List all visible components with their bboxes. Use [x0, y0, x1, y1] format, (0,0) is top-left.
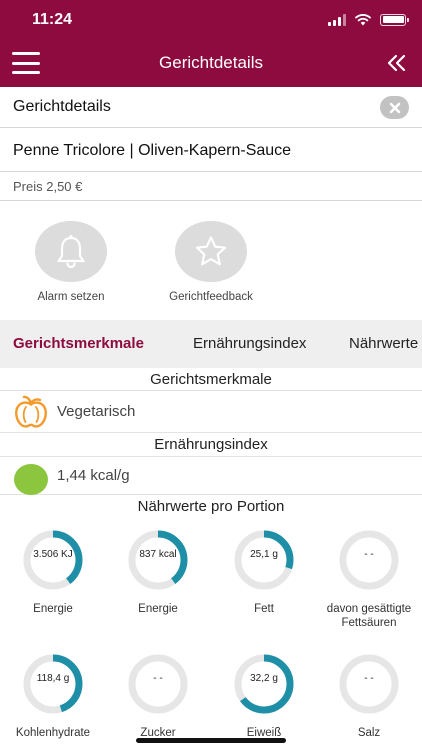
status-bar: 11:24 — [0, 0, 422, 40]
status-time: 11:24 — [32, 11, 73, 28]
nutrient-label: Kohlenhydrate — [15, 727, 91, 739]
tab-bar: Gerichtsmerkmale Ernährungsindex Nährwer… — [0, 320, 422, 368]
nutrition-index-value: 1,44 kcal/g — [57, 467, 130, 484]
nutrient-value: 3.506 KJ — [33, 549, 73, 560]
price-row: Preis 2,50 € — [0, 172, 422, 201]
status-icons — [328, 13, 409, 26]
dish-feedback-button[interactable]: Gerichtfeedback — [156, 221, 266, 303]
nutrient-item: 118,4 g Kohlenhydrate — [3, 651, 103, 740]
nutrient-ring — [234, 654, 294, 714]
page-title: Gerichtdetails — [159, 53, 263, 72]
dish-name: Penne Tricolore | Oliven-Kapern-Sauce — [13, 142, 292, 159]
nutrient-label: Energie — [138, 603, 178, 615]
tab-ernaehrungsindex[interactable]: Ernährungsindex — [193, 335, 306, 352]
home-indicator — [136, 738, 286, 743]
nutrient-ring — [339, 530, 399, 590]
dish-feedback-label: Gerichtfeedback — [169, 291, 253, 303]
app-header: 11:24 Gerichtdetails — [0, 0, 422, 87]
dish-name-row: Penne Tricolore | Oliven-Kapern-Sauce — [0, 128, 422, 172]
nutrient-label: davon gesättigte Fettsäuren — [326, 603, 412, 629]
bell-icon — [57, 234, 85, 268]
nutrient-item: 837 kcal Energie — [108, 527, 208, 616]
battery-icon — [380, 13, 409, 26]
nutrient-value: - - — [364, 673, 374, 684]
nutrient-label: Fett — [254, 603, 274, 615]
set-alarm-label: Alarm setzen — [37, 291, 105, 303]
tab-naehrwerte[interactable]: Nährwerte — [349, 335, 418, 352]
detail-section-header: Gerichtdetails — [0, 87, 422, 128]
dish-price: Preis 2,50 € — [13, 179, 83, 194]
nutrient-ring — [23, 654, 83, 714]
feedback-button-circle — [175, 221, 247, 282]
nutrient-ring — [234, 530, 294, 590]
nutrition-index-indicator-icon — [14, 464, 48, 495]
nutrient-item: 25,1 g Fett — [214, 527, 314, 616]
features-title: Gerichtsmerkmale — [0, 368, 422, 391]
wifi-icon — [355, 14, 371, 26]
set-alarm-button[interactable]: Alarm setzen — [16, 221, 126, 303]
nutrition-index-row: 1,44 kcal/g — [0, 457, 422, 495]
nutrition-index-title: Ernährungsindex — [0, 433, 422, 457]
nutrient-item: - - Salz — [319, 651, 419, 740]
nutrients-title: Nährwerte pro Portion — [137, 498, 285, 515]
bell-pepper-icon — [15, 395, 47, 428]
nutrient-ring — [339, 654, 399, 714]
nutrient-label: Energie — [33, 603, 73, 615]
cellular-signal-icon — [328, 13, 346, 26]
feature-label-vegetarian: Vegetarisch — [57, 403, 136, 420]
nutrient-ring — [128, 530, 188, 590]
nutrient-item: 3.506 KJ Energie — [3, 527, 103, 616]
nutrient-item: - - Zucker — [108, 651, 208, 740]
nutrient-value: 837 kcal — [139, 549, 177, 560]
nutrient-value: 25,1 g — [250, 549, 278, 560]
nutrient-ring — [128, 654, 188, 714]
nutrient-ring — [23, 530, 83, 590]
tab-gerichtsmerkmale[interactable]: Gerichtsmerkmale — [13, 335, 144, 352]
nutrient-item: 32,2 g Eiweiß — [214, 651, 314, 740]
double-chevron-left-icon[interactable] — [386, 52, 408, 74]
feature-row-vegetarian: Vegetarisch — [0, 391, 422, 433]
navigation-bar: Gerichtdetails — [0, 40, 422, 87]
nutrient-value: - - — [364, 549, 374, 560]
nutrient-value: - - — [153, 673, 163, 684]
close-icon[interactable] — [380, 96, 409, 119]
nutrient-label: Salz — [357, 727, 381, 739]
nutrient-value: 118,4 g — [36, 673, 70, 684]
star-icon — [195, 235, 227, 265]
detail-section-label: Gerichtdetails — [13, 98, 111, 115]
nutrient-item: - - davon gesättigte Fettsäuren — [319, 527, 419, 630]
nutrient-value: 32,2 g — [250, 673, 278, 684]
alarm-button-circle — [35, 221, 107, 282]
